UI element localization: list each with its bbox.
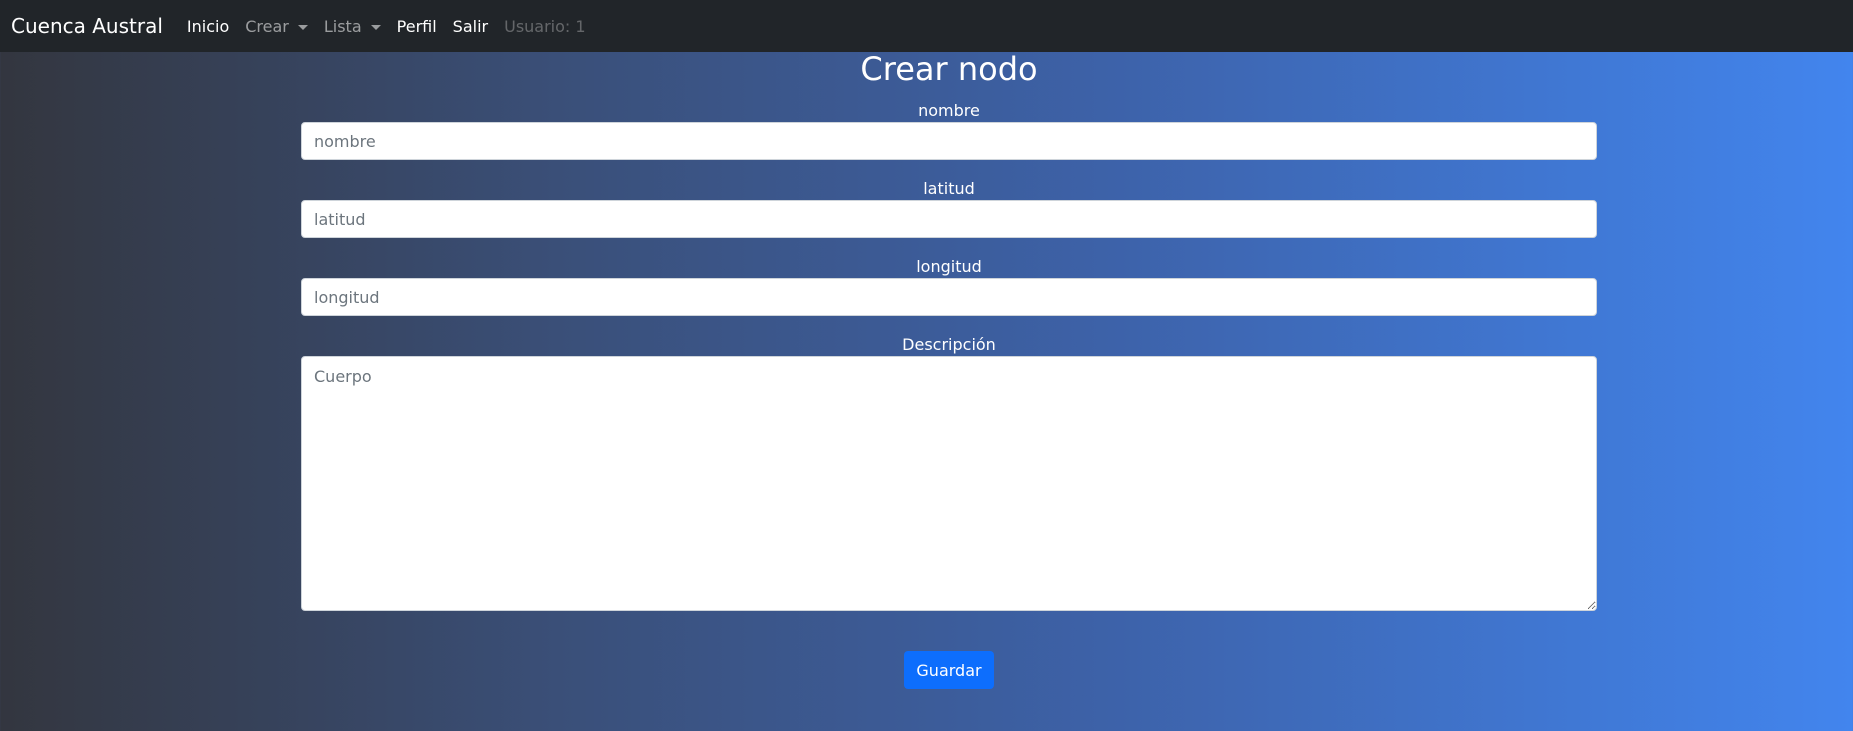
descripcion-group: Descripción (301, 334, 1597, 611)
nav-crear-dropdown[interactable]: Crear (245, 17, 308, 36)
nav-crear-label: Crear (245, 16, 289, 36)
nav-lista-label: Lista (323, 16, 362, 36)
descripcion-label: Descripción (902, 335, 996, 354)
create-node-form: nombre latitud longitud Descripción Guar… (301, 100, 1597, 689)
latitud-input[interactable] (301, 200, 1597, 238)
nav-lista-dropdown[interactable]: Lista (324, 17, 381, 36)
latitud-group: latitud (301, 178, 1597, 238)
top-navbar: Cuenca Austral Inicio Crear Lista Perfil… (0, 0, 1853, 52)
nav-perfil[interactable]: Perfil (397, 17, 437, 36)
latitud-label: latitud (923, 179, 975, 198)
caret-down-icon (370, 24, 381, 30)
nombre-input[interactable] (301, 122, 1597, 160)
caret-down-icon (297, 24, 308, 30)
nombre-label: nombre (918, 101, 980, 120)
save-button[interactable]: Guardar (904, 651, 994, 689)
longitud-input[interactable] (301, 278, 1597, 316)
nav-inicio[interactable]: Inicio (187, 17, 229, 36)
page-title: Crear nodo (860, 50, 1038, 88)
longitud-group: longitud (301, 256, 1597, 316)
descripcion-textarea[interactable] (301, 356, 1597, 611)
brand-link[interactable]: Cuenca Austral (11, 14, 163, 38)
nav-user-status: Usuario: 1 (504, 16, 586, 36)
nombre-group: nombre (301, 100, 1597, 160)
longitud-label: longitud (916, 257, 982, 276)
nav-salir[interactable]: Salir (453, 17, 488, 36)
